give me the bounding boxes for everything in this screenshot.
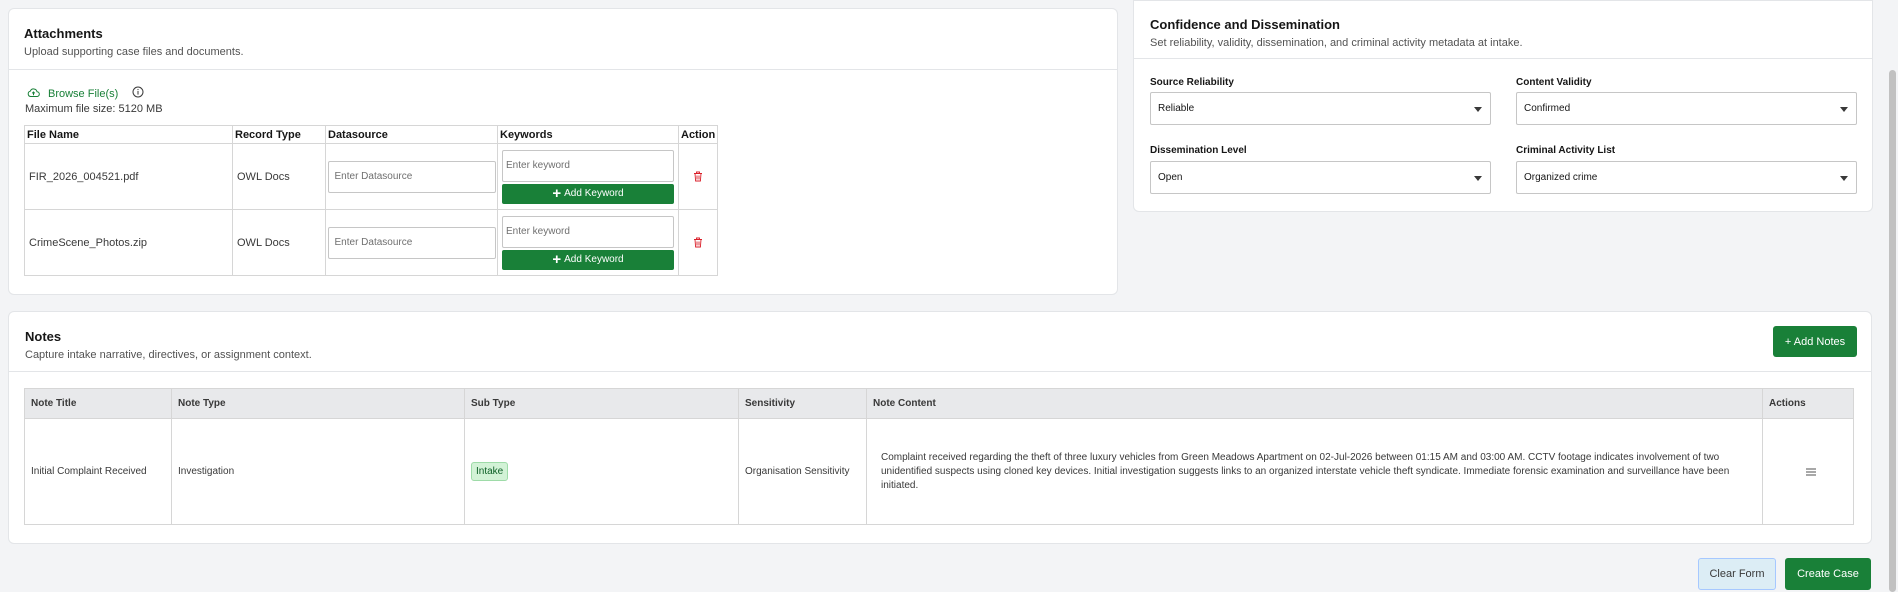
chevron-down-icon [1474, 176, 1482, 181]
sub-type-tag: Intake [471, 462, 509, 481]
col-note-type: Note Type [171, 388, 465, 419]
notes-card: Notes Capture intake narrative, directiv… [8, 311, 1872, 544]
record-type-cell: OWL Docs [232, 143, 326, 210]
datasource-cell: Enter Datasource [325, 209, 498, 276]
col-actions: Actions [1762, 388, 1854, 419]
note-title-cell: Initial Complaint Received [24, 418, 172, 525]
attachments-title: Attachments [24, 26, 103, 41]
confidence-header: Confidence and Dissemination Set reliabi… [1150, 17, 1523, 49]
criminal-activity-label: Criminal Activity List [1516, 145, 1616, 156]
attachments-subtitle: Upload supporting case files and documen… [24, 46, 244, 58]
action-cell [677, 143, 719, 210]
cloud-upload-icon[interactable] [27, 87, 40, 101]
add-keyword-button[interactable]: + Add Keyword [502, 183, 674, 204]
chevron-down-icon [1840, 107, 1848, 112]
sub-type-cell: Intake [464, 418, 739, 525]
plus-icon: + [552, 251, 562, 268]
content-validity-select[interactable]: Confirmed [1516, 92, 1857, 125]
actions-cell [1762, 418, 1854, 525]
create-case-button[interactable]: Create Case [1785, 558, 1871, 590]
col-action: Action [677, 125, 719, 144]
max-file-size: Maximum file size: 5120 MB [25, 103, 163, 115]
sensitivity-cell: Organisation Sensitivity [738, 418, 867, 525]
notes-header: Notes Capture intake narrative, directiv… [25, 329, 312, 361]
dissemination-level-label: Dissemination Level [1150, 145, 1247, 156]
source-reliability-value: Reliable [1158, 103, 1195, 114]
file-name-cell: CrimeScene_Photos.zip [24, 209, 233, 276]
notes-divider [9, 371, 1871, 372]
plus-icon: + [552, 185, 562, 202]
browse-row: Browse File(s) [27, 86, 144, 101]
add-notes-button[interactable]: + Add Notes [1773, 326, 1857, 357]
note-type-cell: Investigation [171, 418, 465, 525]
trash-icon[interactable] [679, 171, 717, 182]
table-row: Initial Complaint Received Investigation… [24, 418, 1854, 525]
datasource-input[interactable]: Enter Datasource [327, 160, 496, 193]
notes-title: Notes [25, 329, 62, 344]
dissemination-level-select[interactable]: Open [1150, 161, 1491, 194]
scrollbar-thumb[interactable] [1889, 70, 1896, 592]
menu-icon[interactable] [1769, 468, 1853, 476]
col-sub-type: Sub Type [464, 388, 739, 419]
browse-files-link[interactable]: Browse File(s) [48, 88, 118, 100]
note-content-cell: Complaint received regarding the theft o… [866, 418, 1763, 525]
record-type-cell: OWL Docs [232, 209, 326, 276]
confidence-divider [1134, 58, 1872, 59]
datasource-cell: Enter Datasource [325, 143, 498, 210]
attachments-card: Attachments Upload supporting case files… [8, 8, 1118, 295]
col-record-type: Record Type [232, 125, 326, 144]
attachments-table-header: File Name Record Type Datasource Keyword… [24, 125, 719, 144]
col-sensitivity: Sensitivity [738, 388, 867, 419]
action-cell [677, 209, 719, 276]
content-validity-label: Content Validity [1516, 77, 1592, 88]
criminal-activity-value: Organized crime [1524, 172, 1598, 183]
col-note-content: Note Content [866, 388, 1763, 419]
add-keyword-button[interactable]: + Add Keyword [502, 249, 674, 270]
notes-subtitle: Capture intake narrative, directives, or… [25, 349, 312, 361]
attachments-table: File Name Record Type Datasource Keyword… [24, 125, 719, 276]
trash-icon[interactable] [679, 237, 717, 248]
notes-table: Note Title Note Type Sub Type Sensitivit… [24, 388, 1854, 525]
clear-form-button[interactable]: Clear Form [1698, 558, 1776, 590]
file-name-cell: FIR_2026_004521.pdf [24, 143, 233, 210]
info-icon[interactable] [132, 86, 144, 101]
keywords-cell: Enter keyword + Add Keyword [497, 143, 679, 210]
col-note-title: Note Title [24, 388, 172, 419]
col-file-name: File Name [24, 125, 233, 144]
chevron-down-icon [1840, 176, 1848, 181]
col-datasource: Datasource [325, 125, 498, 144]
datasource-input[interactable]: Enter Datasource [327, 226, 496, 259]
col-keywords: Keywords [497, 125, 679, 144]
chevron-down-icon [1474, 107, 1482, 112]
source-reliability-select[interactable]: Reliable [1150, 92, 1491, 125]
confidence-card: Confidence and Dissemination Set reliabi… [1133, 0, 1873, 212]
dissemination-level-value: Open [1158, 172, 1183, 183]
confidence-title: Confidence and Dissemination [1150, 17, 1340, 32]
keyword-input[interactable]: Enter keyword [502, 215, 674, 248]
notes-table-header: Note Title Note Type Sub Type Sensitivit… [24, 388, 1854, 419]
source-reliability-label: Source Reliability [1150, 77, 1234, 88]
attachments-divider [9, 69, 1117, 70]
content-validity-value: Confirmed [1524, 103, 1571, 114]
confidence-subtitle: Set reliability, validity, dissemination… [1150, 37, 1523, 49]
table-row: CrimeScene_Photos.zip OWL Docs Enter Dat… [24, 209, 719, 276]
attachments-header: Attachments Upload supporting case files… [24, 26, 244, 58]
add-keyword-label: Add Keyword [564, 188, 624, 199]
table-row: FIR_2026_004521.pdf OWL Docs Enter Datas… [24, 143, 719, 210]
keywords-cell: Enter keyword + Add Keyword [497, 209, 679, 276]
criminal-activity-select[interactable]: Organized crime [1516, 161, 1857, 194]
add-keyword-label: Add Keyword [564, 254, 624, 265]
keyword-input[interactable]: Enter keyword [502, 149, 674, 182]
